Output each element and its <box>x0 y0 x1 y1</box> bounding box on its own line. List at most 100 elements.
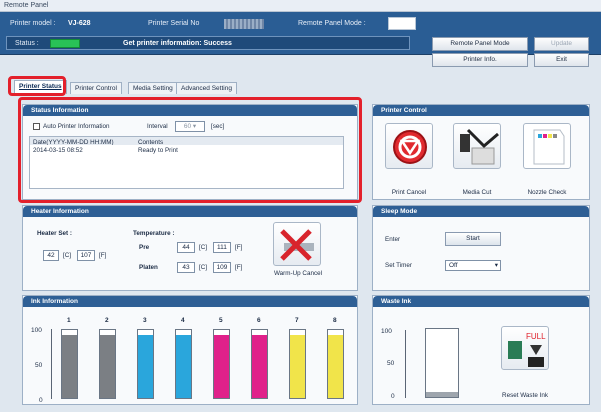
tab-printer-control[interactable]: Printer Control <box>70 82 122 94</box>
status-label: Status : <box>15 40 39 47</box>
nozzle-check-icon <box>533 129 565 165</box>
pre-unit-c: [C] <box>199 244 208 251</box>
interval-label: Interval <box>147 123 168 130</box>
ink-tick-0: 0 <box>39 397 43 404</box>
status-list-row[interactable]: 2014-03-15 08:52 Ready to Print <box>30 146 343 156</box>
serial-value-redacted <box>224 19 264 29</box>
ink-level-5 <box>214 334 229 398</box>
heater-info-title: Heater Information <box>23 206 357 217</box>
interval-select[interactable]: 60 ▾ <box>175 121 205 132</box>
ink-level-7 <box>290 334 305 398</box>
heater-set-c-field[interactable]: 42 <box>43 250 59 261</box>
tab-advanced-setting[interactable]: Advanced Setting <box>176 82 237 94</box>
waste-ink-bar <box>425 328 459 398</box>
printer-control-panel: Printer Control Print Cancel Media Cut N… <box>372 104 590 200</box>
pre-c-field: 44 <box>177 242 195 253</box>
waste-ink-title: Waste Ink <box>373 296 589 307</box>
ink-axis <box>51 329 52 399</box>
pre-f-field: 111 <box>213 242 231 253</box>
ink-slot-label: 1 <box>67 317 71 324</box>
row-date: 2014-03-15 08:52 <box>33 147 83 154</box>
nozzle-check-button[interactable] <box>523 123 571 169</box>
ink-slot-label: 2 <box>105 317 109 324</box>
tab-media-setting[interactable]: Media Setting <box>128 82 178 94</box>
ink-bar-4 <box>175 329 192 399</box>
sleep-mode-title: Sleep Mode <box>373 206 589 217</box>
status-indicator-icon <box>50 39 80 48</box>
waste-tick-100: 100 <box>381 328 392 335</box>
full-text: FULL <box>526 332 546 341</box>
sleep-start-button[interactable]: Start <box>445 232 501 246</box>
tab-bar: Printer Status Printer Control Media Set… <box>10 79 590 94</box>
ink-bar-6 <box>251 329 268 399</box>
status-row: Status : Get printer information: Succes… <box>6 36 410 50</box>
ink-bar-2 <box>99 329 116 399</box>
print-cancel-button[interactable] <box>385 123 433 169</box>
auto-info-checkbox[interactable] <box>33 123 40 130</box>
temperature-label: Temperature : <box>133 230 175 237</box>
model-label: Printer model : <box>10 20 56 27</box>
set-timer-select[interactable]: Off ▾ <box>445 260 501 271</box>
model-value: VJ-628 <box>68 20 91 27</box>
reset-waste-ink-icon: FULL <box>508 332 546 367</box>
status-list[interactable]: 2014-03-15 08:52 Ready to Print <box>29 145 344 189</box>
chevron-down-icon: ▾ <box>494 262 498 269</box>
header-bar: Printer model : VJ-628 Printer Serial No… <box>0 12 601 67</box>
status-info-title: Status Information <box>23 105 357 116</box>
ink-tick-50: 50 <box>35 362 43 369</box>
unit-c-label: [C] <box>63 252 72 259</box>
media-cut-label: Media Cut <box>462 189 492 196</box>
unit-f-label: [F] <box>99 252 107 259</box>
ink-bar-7 <box>289 329 306 399</box>
platen-f-field: 109 <box>213 262 231 273</box>
waste-axis <box>405 330 406 398</box>
platen-label: Platen <box>139 264 158 271</box>
set-timer-label: Set Timer <box>385 262 412 269</box>
reset-waste-ink-button[interactable]: FULL <box>501 326 549 370</box>
heater-set-f-field[interactable]: 107 <box>77 250 95 261</box>
ink-level-3 <box>138 334 153 398</box>
ink-slot-label: 3 <box>143 317 147 324</box>
exit-button[interactable]: Exit <box>534 53 589 67</box>
ink-slot-label: 5 <box>219 317 223 324</box>
waste-ink-panel: Waste Ink 100 50 0 FULL Reset Waste Ink <box>372 295 590 405</box>
heater-info-panel: Heater Information Heater Set : 42 [C] 1… <box>22 205 358 291</box>
ink-bar-8 <box>327 329 344 399</box>
row-contents: Ready to Print <box>138 147 178 154</box>
waste-ink-level <box>426 391 458 397</box>
platen-unit-f: [F] <box>235 264 243 271</box>
tab-printer-status[interactable]: Printer Status <box>14 80 67 94</box>
warmup-cancel-button[interactable] <box>273 222 321 266</box>
ink-slot-label: 8 <box>333 317 337 324</box>
ink-tick-100: 100 <box>31 327 42 334</box>
ink-chart: 100 50 0 1 2 3 4 5 6 7 8 <box>23 296 359 406</box>
status-info-panel: Status Information Auto Printer Informat… <box>22 104 358 200</box>
auto-info-label: Auto Printer Information <box>43 123 110 130</box>
interval-unit: [sec] <box>211 123 225 130</box>
heater-set-label: Heater Set : <box>37 230 72 237</box>
ink-level-6 <box>252 334 267 398</box>
remote-panel-mode-button[interactable]: Remote Panel Mode <box>432 37 528 51</box>
waste-tick-0: 0 <box>391 393 395 400</box>
ink-level-8 <box>328 334 343 398</box>
media-cut-button[interactable] <box>453 123 501 169</box>
warmup-cancel-icon <box>280 229 314 261</box>
waste-tick-50: 50 <box>387 360 395 367</box>
ink-info-panel: Ink Information 100 50 0 1 2 3 4 5 6 7 8 <box>22 295 358 405</box>
printer-info-button[interactable]: Printer Info. <box>432 53 528 67</box>
update-button[interactable]: Update <box>534 37 589 51</box>
remote-mode-label: Remote Panel Mode : <box>298 20 366 27</box>
serial-label: Printer Serial No <box>148 20 200 27</box>
nozzle-check-label: Nozzle Check <box>527 189 567 196</box>
ink-bar-1 <box>61 329 78 399</box>
ink-slot-label: 6 <box>257 317 261 324</box>
enter-label: Enter <box>385 236 401 243</box>
ink-bar-3 <box>137 329 154 399</box>
ink-level-1 <box>62 334 77 398</box>
platen-c-field: 43 <box>177 262 195 273</box>
remote-mode-value <box>388 17 416 30</box>
printer-info-row: Printer model : VJ-628 Printer Serial No… <box>6 17 416 31</box>
sleep-mode-panel: Sleep Mode Enter Start Set Timer Off ▾ <box>372 205 590 291</box>
printer-control-title: Printer Control <box>373 105 589 116</box>
ink-level-4 <box>176 334 191 398</box>
